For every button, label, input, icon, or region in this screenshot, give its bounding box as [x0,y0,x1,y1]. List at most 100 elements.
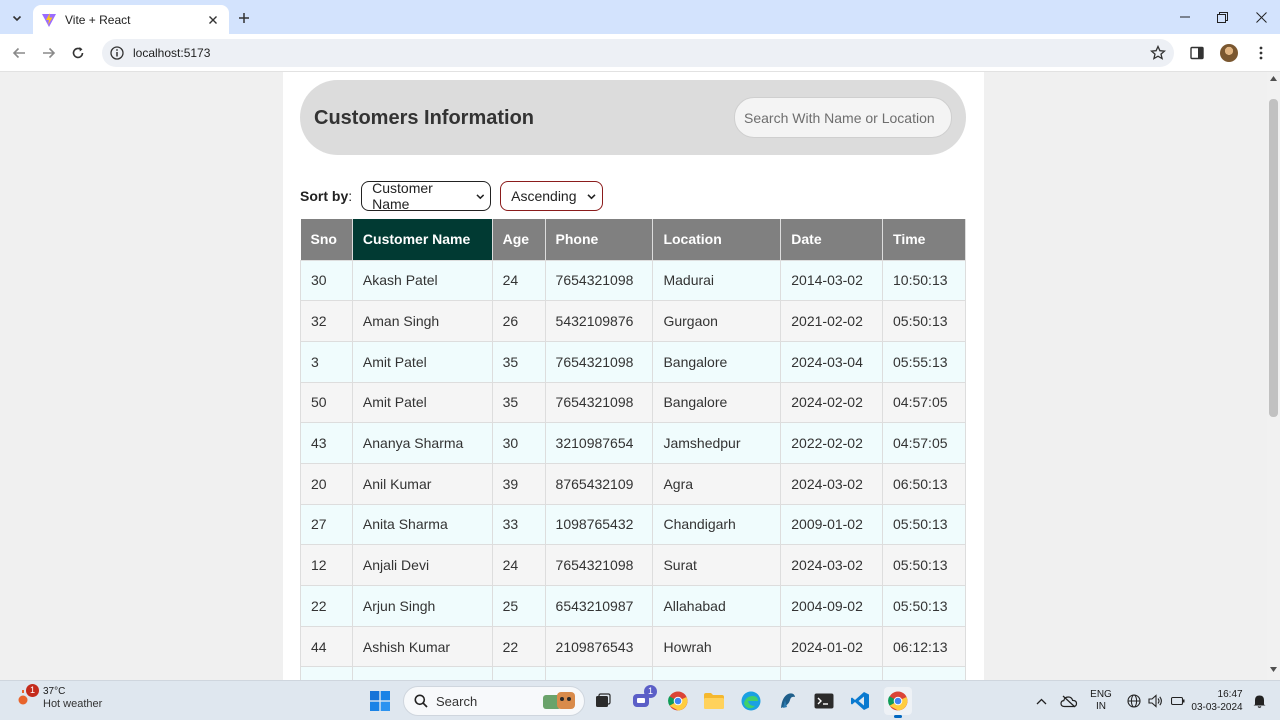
side-panel-button[interactable] [1186,42,1208,64]
minimize-button[interactable] [1166,0,1204,34]
side-panel-icon [1190,46,1204,60]
start-button[interactable] [366,687,394,715]
restore-icon [1216,11,1228,23]
sort-label: Sort by [300,188,349,204]
bookmark-star-icon[interactable] [1150,45,1166,61]
language-line1: ENG [1090,689,1112,700]
cell-time: 10:50:13 [882,259,966,302]
cell-sno: 30 [300,259,353,302]
cell-sno: 22 [300,585,353,627]
close-window-button[interactable] [1242,0,1280,34]
maximize-button[interactable] [1203,0,1241,34]
chevron-down-icon [475,193,484,199]
profile-button[interactable] [1218,42,1240,64]
search-icon [414,694,428,708]
browser-menu-button[interactable] [1250,42,1272,64]
column-header-date[interactable]: Date [780,219,884,260]
task-view-button[interactable] [589,687,617,715]
cell-customer-name: Ananya Sharma [351,422,493,464]
vscode-button[interactable] [846,687,874,715]
table-row: 22 Arjun Singh 25 6543210987 Allahabad 2004-0… [300,585,966,627]
tab-search-button[interactable] [6,7,28,29]
table-row: 44 Ashish Kumar 22 2109876543 Howrah 2024-01-… [300,625,966,668]
tray-overflow-button[interactable] [1032,681,1050,720]
cell-date [780,666,884,680]
sort-order-select[interactable]: Ascending [500,181,604,211]
quick-settings-button[interactable] [1123,681,1189,720]
clock-date: 03-03-2024 [1191,702,1243,713]
scroll-down-arrow-icon[interactable] [1270,667,1277,672]
cell-date: 2024-02-02 [780,381,884,424]
chrome-icon [888,691,908,711]
clock-button[interactable]: 16:47 03-03-2024 [1188,681,1246,720]
site-info-icon[interactable] [110,46,124,60]
browser-titlebar: Vite + React [0,0,1280,34]
chrome-active-button[interactable] [884,687,912,718]
chrome-taskbar-button[interactable] [664,687,692,715]
cell-sno: 44 [300,625,353,668]
cell-sno: 50 [300,381,353,424]
cell-location: Surat [652,544,782,586]
cell-sno: 3 [300,340,353,383]
page-scrollbar[interactable] [1267,72,1280,680]
cell-time: 06:50:13 [882,462,966,505]
language-indicator[interactable]: ENG IN [1086,681,1116,720]
onedrive-button[interactable] [1058,681,1080,720]
table-row: 20 Anil Kumar 39 8765432109 Agra 2024-03-02 06… [300,462,966,505]
reload-icon [72,47,84,59]
column-header-location[interactable]: Location [652,219,782,260]
terminal-button[interactable] [810,687,838,715]
file-explorer-button[interactable] [700,687,728,715]
scrollbar-thumb[interactable] [1269,99,1278,417]
column-header-phone[interactable]: Phone [545,219,654,260]
column-header-customer-name[interactable]: Customer Name [352,219,493,260]
back-button[interactable] [8,42,30,64]
minimize-icon [1180,16,1190,18]
terminal-icon [814,693,834,709]
sort-colon: : [348,188,353,204]
scroll-up-arrow-icon[interactable] [1270,76,1277,81]
column-header-sno[interactable]: Sno [300,219,353,260]
language-line2: IN [1095,701,1106,712]
battery-icon [1171,696,1185,706]
mysql-workbench-button[interactable] [774,687,802,715]
cell-customer-name: Anjali Devi [351,544,493,586]
sort-field-select[interactable]: Customer Name [361,180,492,212]
cell-location: Madurai [652,259,782,302]
volume-icon [1148,694,1163,708]
browser-tab[interactable]: Vite + React [33,5,229,34]
tab-title: Vite + React [65,12,131,27]
arrow-right-icon [43,47,56,59]
cell-customer-name: Arjun Singh [351,585,493,627]
cell-date: 2024-03-04 [780,340,884,383]
cell-age: 22 [491,625,546,668]
cell-time: 05:50:13 [882,300,966,342]
dolphin-icon [781,693,795,708]
cell-sno: 20 [300,462,353,505]
table-row: 43 Ananya Sharma 30 3210987654 Jamshedpur 202… [300,422,966,464]
teams-chat-button[interactable]: 1 [628,685,657,715]
column-header-age[interactable]: Age [492,219,546,260]
cell-date: 2022-02-02 [780,422,884,464]
weather-widget[interactable]: 1 37°C Hot weather [14,684,102,711]
search-input[interactable] [734,97,952,138]
chrome-icon [668,691,688,711]
cell-phone: 7654321098 [544,381,654,424]
reload-button[interactable] [67,42,89,64]
folder-icon [704,693,724,709]
new-tab-button[interactable] [233,7,255,29]
cell-time: 06:12:13 [882,625,966,668]
cell-date: 2009-01-02 [780,503,884,546]
address-bar[interactable]: localhost:5173 [102,39,1174,67]
edge-taskbar-button[interactable] [737,687,765,715]
taskbar-search[interactable]: Search [403,686,585,716]
notifications-button[interactable] [1250,681,1268,720]
forward-button[interactable] [38,42,60,64]
cell-customer-name: Amit Patel [351,381,493,424]
chevron-up-icon [1036,698,1046,704]
tab-close-button[interactable] [205,12,221,28]
column-header-time[interactable]: Time [882,219,966,260]
close-icon [209,15,217,24]
vite-logo-icon [42,12,56,27]
cell-phone: 3210987654 [544,422,654,464]
